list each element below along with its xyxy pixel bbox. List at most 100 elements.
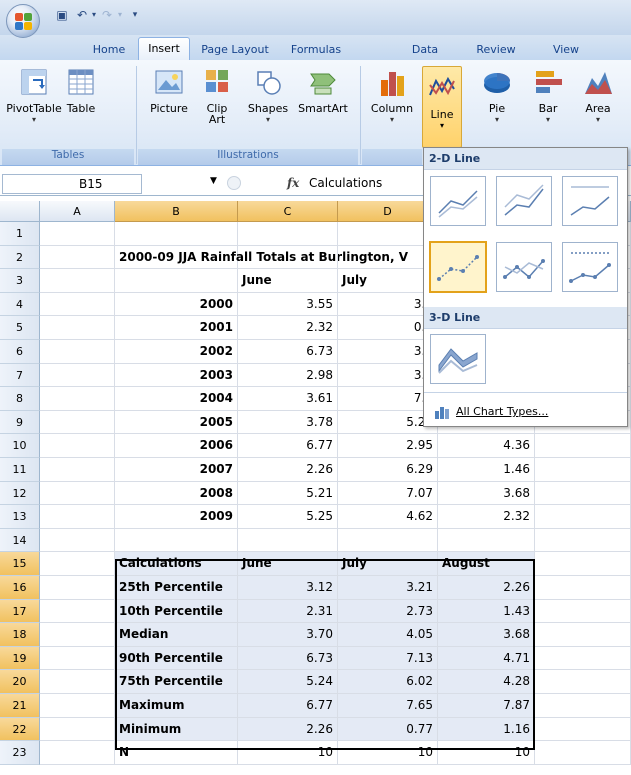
- cell[interactable]: [40, 363, 115, 388]
- cell[interactable]: [535, 717, 631, 742]
- cell[interactable]: 4.28: [438, 670, 535, 694]
- cell[interactable]: 3.78: [238, 410, 338, 435]
- cell[interactable]: [40, 316, 115, 340]
- cell[interactable]: 7.65: [338, 694, 438, 718]
- cell[interactable]: August: [438, 552, 535, 576]
- cell[interactable]: 4.71: [438, 646, 535, 671]
- cell[interactable]: 75th Percentile: [115, 670, 238, 694]
- cell[interactable]: [40, 528, 115, 553]
- cell[interactable]: [535, 552, 631, 576]
- cell[interactable]: [40, 552, 115, 576]
- insert-function-icon[interactable]: fx: [287, 176, 299, 190]
- stacked-line-chart-option[interactable]: [496, 176, 552, 226]
- cell[interactable]: [40, 576, 115, 600]
- row-header[interactable]: 4: [0, 292, 40, 317]
- cell[interactable]: [40, 458, 115, 482]
- cell[interactable]: [535, 599, 631, 624]
- line-chart-option[interactable]: [430, 176, 486, 226]
- cell[interactable]: Median: [115, 623, 238, 647]
- cell[interactable]: 7.87: [438, 694, 535, 718]
- row-header[interactable]: 13: [0, 505, 40, 529]
- row-header[interactable]: 18: [0, 623, 40, 647]
- row-header[interactable]: 14: [0, 528, 40, 553]
- cell[interactable]: [40, 410, 115, 435]
- cell[interactable]: 2008: [115, 481, 238, 506]
- stacked-line-markers-option[interactable]: [496, 242, 552, 292]
- cell[interactable]: [535, 670, 631, 694]
- row-header[interactable]: 22: [0, 717, 40, 742]
- cell[interactable]: [535, 623, 631, 647]
- select-all-corner[interactable]: [0, 201, 40, 222]
- cell[interactable]: [40, 741, 115, 765]
- cell[interactable]: 3.68: [438, 623, 535, 647]
- cell[interactable]: [338, 528, 438, 553]
- cell[interactable]: [40, 670, 115, 694]
- cell[interactable]: 2009: [115, 505, 238, 529]
- cell[interactable]: [115, 269, 238, 293]
- office-button[interactable]: [6, 4, 40, 38]
- cell[interactable]: [535, 741, 631, 765]
- cell[interactable]: [40, 245, 115, 270]
- cell[interactable]: 10: [438, 741, 535, 765]
- cell[interactable]: [238, 222, 338, 246]
- tab-data[interactable]: Data: [405, 39, 445, 62]
- cell[interactable]: 2.26: [238, 717, 338, 742]
- pie-chart-button[interactable]: Pie ▾: [476, 66, 518, 146]
- cell[interactable]: 3.21: [338, 576, 438, 600]
- redo-icon[interactable]: ↷: [100, 8, 114, 22]
- row-header[interactable]: 7: [0, 363, 40, 388]
- cell[interactable]: [40, 694, 115, 718]
- row-header[interactable]: 8: [0, 387, 40, 411]
- tab-page-layout[interactable]: Page Layout: [196, 39, 274, 62]
- cell[interactable]: 10: [338, 741, 438, 765]
- cell[interactable]: 7.13: [338, 646, 438, 671]
- line-with-markers-option[interactable]: [429, 241, 487, 293]
- customize-qat-icon[interactable]: ▾: [128, 8, 142, 22]
- cell[interactable]: 2.95: [338, 434, 438, 458]
- row-header[interactable]: 21: [0, 694, 40, 718]
- cell[interactable]: 0.77: [338, 717, 438, 742]
- 100-stacked-line-chart-option[interactable]: [562, 176, 618, 226]
- row-header[interactable]: 23: [0, 741, 40, 765]
- row-header[interactable]: 10: [0, 434, 40, 458]
- cell[interactable]: 5.24: [238, 670, 338, 694]
- cell[interactable]: [535, 694, 631, 718]
- smartart-button[interactable]: SmartArt: [295, 66, 351, 146]
- tab-review[interactable]: Review: [472, 39, 520, 62]
- cell[interactable]: 6.73: [238, 646, 338, 671]
- cell[interactable]: 2000: [115, 292, 238, 317]
- cell[interactable]: 1.43: [438, 599, 535, 624]
- 100-stacked-line-markers-option[interactable]: [562, 242, 618, 292]
- cell[interactable]: 6.73: [238, 340, 338, 364]
- row-header[interactable]: 1: [0, 222, 40, 246]
- row-header[interactable]: 20: [0, 670, 40, 694]
- picture-button[interactable]: Picture: [145, 66, 193, 146]
- row-header[interactable]: 11: [0, 458, 40, 482]
- cell[interactable]: Minimum: [115, 717, 238, 742]
- column-chart-button[interactable]: Column ▾: [366, 66, 418, 146]
- row-header[interactable]: 2: [0, 245, 40, 270]
- cell[interactable]: 5.25: [238, 505, 338, 529]
- cell[interactable]: 1.16: [438, 717, 535, 742]
- row-header[interactable]: 3: [0, 269, 40, 293]
- tab-formulas[interactable]: Formulas: [282, 39, 350, 62]
- cell[interactable]: 2000-09 JJA Rainfall Totals at Burlingto…: [115, 245, 408, 270]
- cell[interactable]: [40, 717, 115, 742]
- pivottable-button[interactable]: PivotTable ▾: [5, 66, 63, 146]
- table-button[interactable]: Table: [60, 66, 102, 146]
- cell[interactable]: 10: [238, 741, 338, 765]
- line-chart-button[interactable]: Line ▾: [422, 66, 462, 148]
- cell[interactable]: Maximum: [115, 694, 238, 718]
- row-header[interactable]: 19: [0, 646, 40, 671]
- cell[interactable]: 2.73: [338, 599, 438, 624]
- cell[interactable]: [535, 481, 631, 506]
- row-header[interactable]: 15: [0, 552, 40, 576]
- cell[interactable]: [238, 528, 338, 553]
- row-header[interactable]: 16: [0, 576, 40, 600]
- cell[interactable]: July: [338, 552, 438, 576]
- shapes-button[interactable]: Shapes ▾: [244, 66, 292, 146]
- cell[interactable]: 2005: [115, 410, 238, 435]
- cell[interactable]: [40, 623, 115, 647]
- row-header[interactable]: 6: [0, 340, 40, 364]
- cell[interactable]: N: [115, 741, 238, 765]
